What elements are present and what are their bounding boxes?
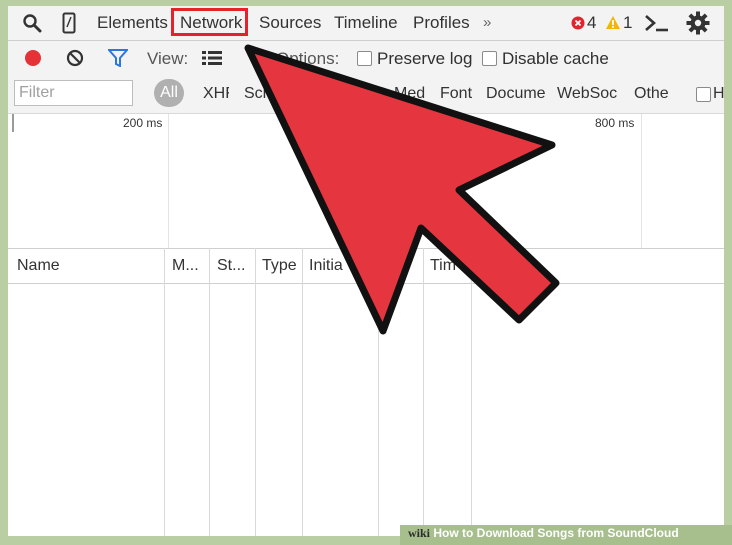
watermark-title: How to Download Songs from SoundCloud	[433, 526, 679, 540]
pointer-arrow-icon	[244, 44, 560, 335]
devtools-window: Elements Network Sources Timeline Profil…	[8, 6, 724, 536]
watermark-logo: wiki	[408, 526, 431, 540]
wikihow-watermark: wiki How to Download Songs from SoundClo…	[400, 525, 732, 545]
